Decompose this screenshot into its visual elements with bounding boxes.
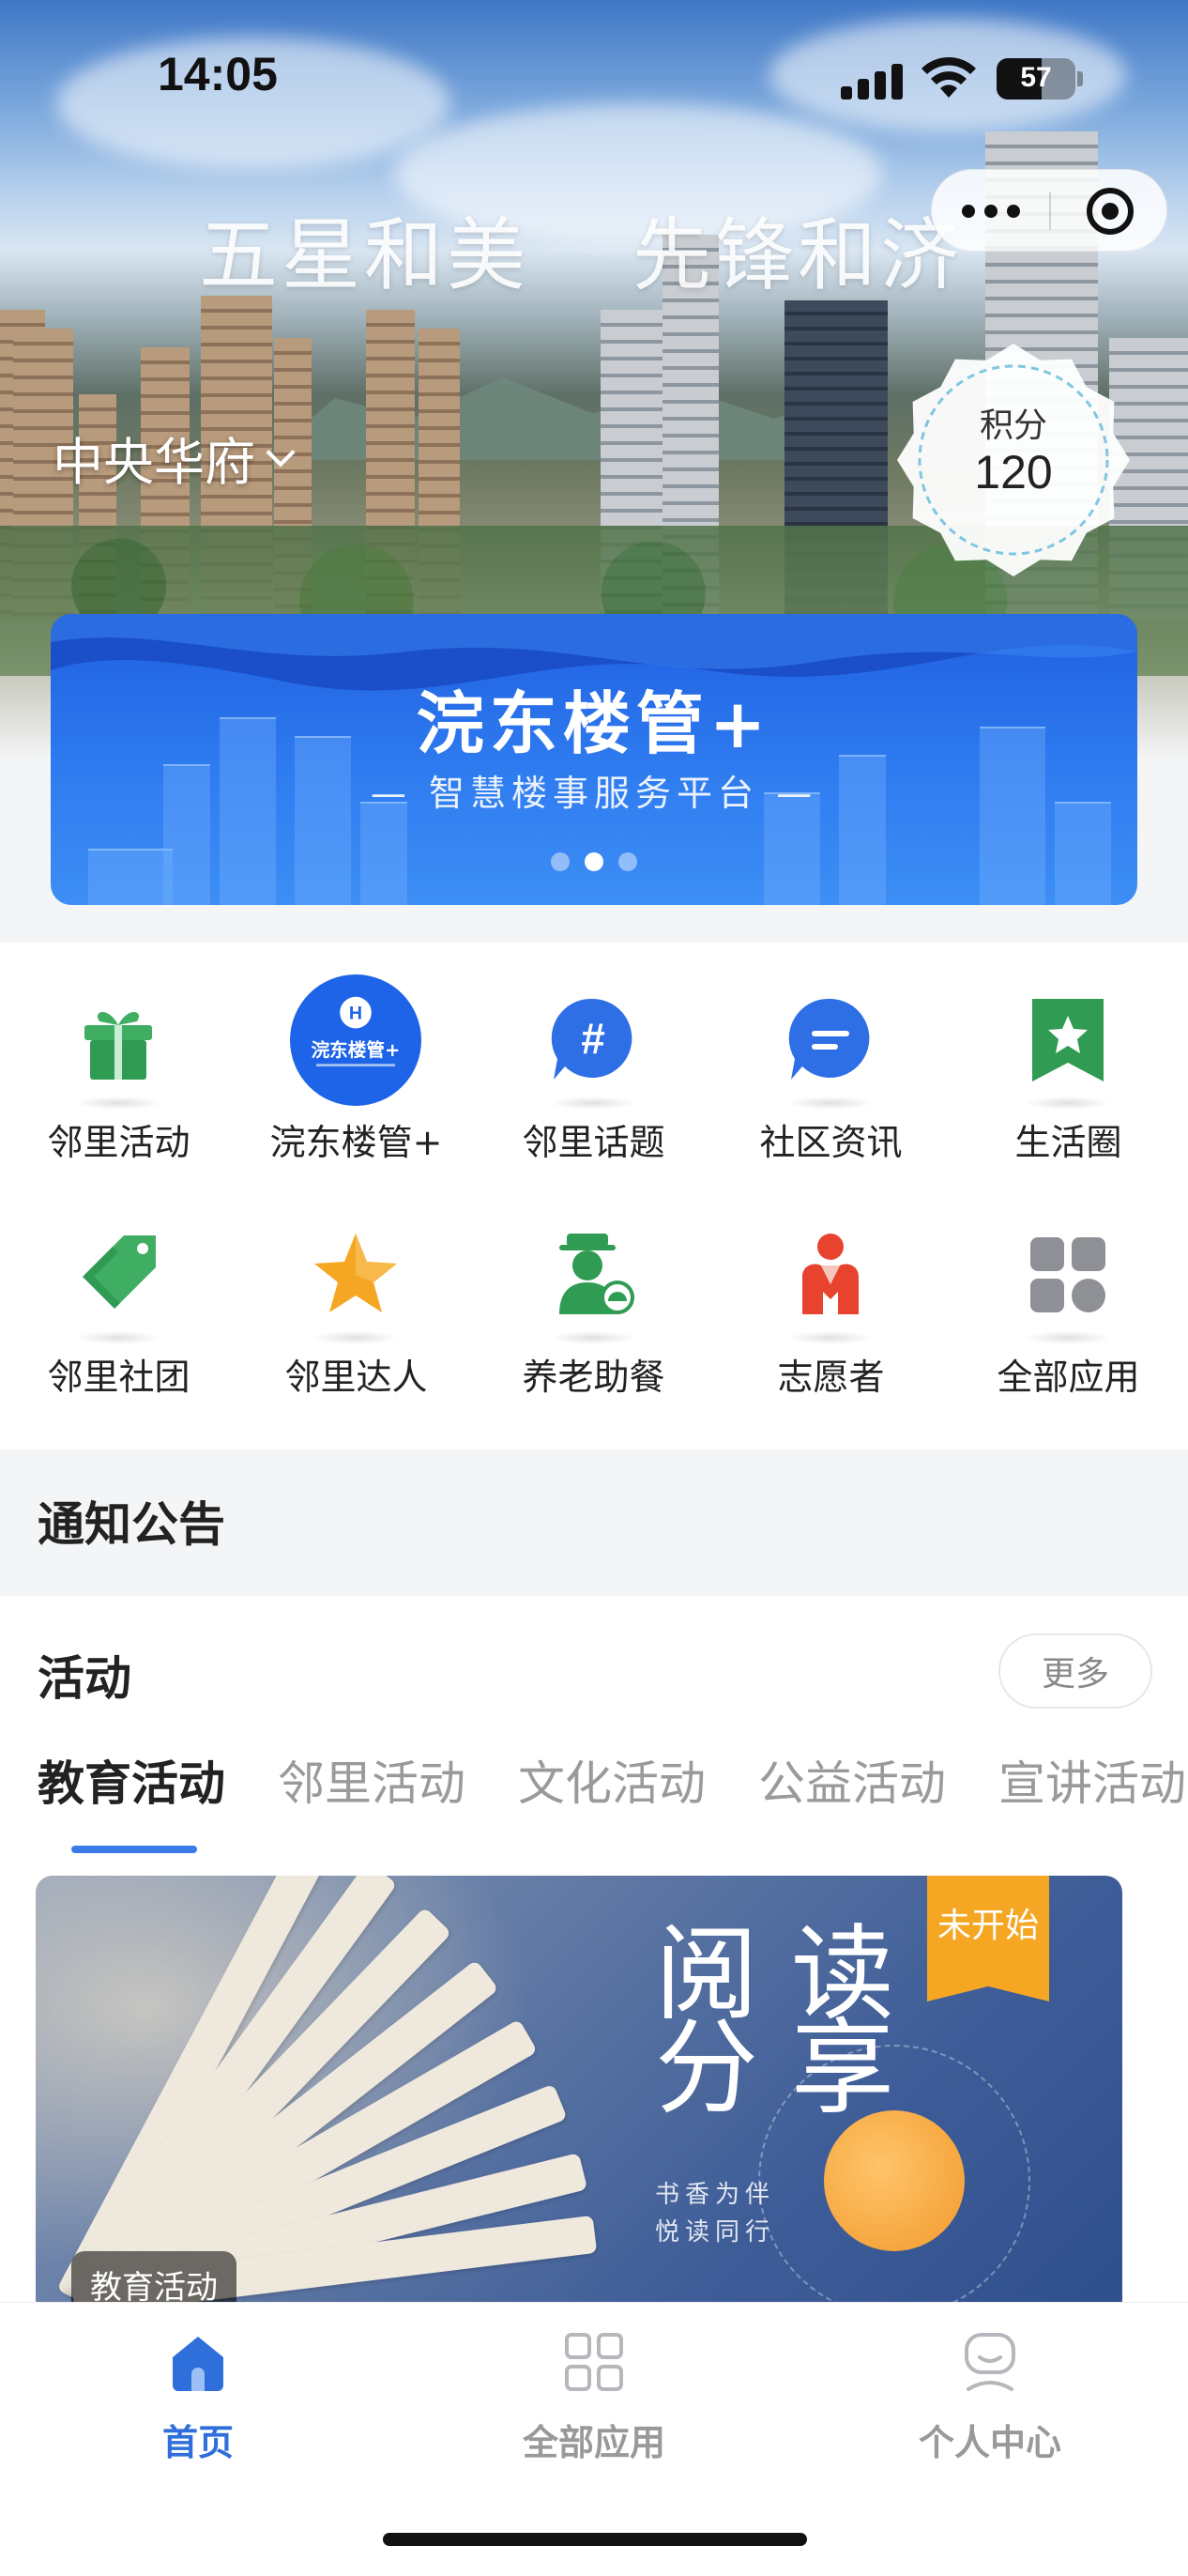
grid-item-label: 生活圈 [1014,1122,1122,1163]
promo-banner[interactable]: 浣东楼管+ — 智慧楼事服务平台 — [51,614,1137,905]
slogan-right: 先锋和济 [632,209,964,301]
battery-icon: 57 [997,58,1075,100]
star-bookmark-icon [1032,999,1104,1081]
service-grid: 邻里活动 H 浣东楼管+ 浣东楼管+ # 邻里话题 社区资讯 生活圈 邻里社团 … [0,943,1188,1449]
grid-item-all-apps[interactable]: 全部应用 [950,1211,1187,1418]
grid-item-label: 养老助餐 [522,1357,665,1398]
grid-item-neighborhood-topic[interactable]: # 邻里话题 [475,976,712,1183]
active-tab-indicator [71,1846,197,1853]
community-name: 中央华府 [53,433,255,492]
more-button[interactable]: 更多 [998,1633,1152,1709]
hashtag-bubble-icon: # [551,998,632,1080]
grid-item-label: 社区资讯 [759,1122,903,1163]
cellular-signal-icon [841,62,906,100]
tagline-line: 书香为伴 [655,2181,776,2209]
grid-item-label: 全部应用 [997,1357,1140,1398]
tab-culture[interactable]: 文化活动 [518,1746,706,1814]
close-miniprogram-button[interactable] [1051,170,1168,253]
notice-title: 通知公告 [38,1497,225,1552]
grid-item-volunteer[interactable]: 志愿者 [712,1211,950,1418]
grid-item-label: 邻里达人 [284,1357,428,1398]
chevron-down-icon [266,437,296,468]
svg-text:浣东楼管+: 浣东楼管+ [312,1039,401,1061]
grid-item-community-news[interactable]: 社区资讯 [712,976,950,1183]
battery-level: 57 [1020,62,1052,93]
card-headline-bottom: 分 享 [655,2008,894,2128]
grid-item-label: 志愿者 [777,1357,885,1398]
grid-item-neighborhood-activity[interactable]: 邻里活动 [0,976,237,1183]
tagline-line: 悦读同行 [655,2218,776,2246]
carousel-dot[interactable] [585,852,603,871]
apps-grid-icon [1030,1237,1105,1312]
apps-grid-icon [565,2333,623,2391]
dot-icon [961,205,975,218]
carousel-indicator [51,852,1137,871]
wifi-icon [921,56,976,98]
target-icon [1086,188,1134,235]
star-icon [314,1234,397,1312]
grid-item-label: 邻里社团 [47,1357,190,1398]
tab-neighborhood[interactable]: 邻里活动 [278,1746,465,1814]
status-time: 14:05 [158,48,278,100]
points-value: 120 [974,446,1053,498]
svg-text:H: H [349,1004,362,1024]
points-badge[interactable]: 积分 120 [893,340,1134,580]
logo-icon: H 浣东楼管+ [290,974,421,1106]
gift-icon [84,1012,152,1080]
activity-card[interactable]: 阅 读 分 享 书香为伴 悦读同行 未开始 教育活动 [36,1876,1122,2317]
volunteer-icon [802,1234,859,1314]
nav-profile[interactable]: 个人中心 [792,2331,1188,2481]
dot-icon [983,205,998,218]
hero-slogan: 五星和美 先锋和济 [199,192,963,306]
carousel-dot[interactable] [551,852,570,871]
grid-item-property-service[interactable]: H 浣东楼管+ 浣东楼管+ [237,974,475,1183]
nav-home[interactable]: 首页 [0,2331,396,2481]
status-bar: 14:05 57 [0,0,1188,160]
points-label: 积分 [979,406,1047,445]
nav-label: 全部应用 [522,2422,665,2463]
svg-text:#: # [581,1014,605,1063]
status-badge: 未开始 [927,1876,1049,2001]
grid-item-life-circle[interactable]: 生活圈 [950,976,1187,1183]
grid-item-label: 邻里活动 [47,1122,190,1163]
banner-subtitle: — 智慧楼事服务平台 — [370,773,818,814]
grid-item-neighborhood-expert[interactable]: 邻里达人 [237,1211,475,1418]
grid-item-neighborhood-club[interactable]: 邻里社团 [0,1211,237,1418]
activity-tabs: 教育活动 邻里活动 文化活动 公益活动 宣讲活动 [38,1746,1188,1831]
carousel-dot[interactable] [618,852,637,871]
tag-icon [83,1235,156,1309]
elder-meal-icon [559,1234,634,1314]
grid-item-elderly-meal[interactable]: 养老助餐 [475,1211,712,1418]
notice-section[interactable]: 通知公告 [0,1449,1188,1596]
nav-all-apps[interactable]: 全部应用 [396,2331,792,2481]
activity-section: 活动 更多 教育活动 邻里活动 文化活动 公益活动 宣讲活动 阅 读 分 享 书香为伴 … [0,1596,1188,2317]
dot-icon [1006,205,1020,218]
miniprogram-capsule [931,169,1167,252]
tab-lecture[interactable]: 宣讲活动 [998,1746,1186,1814]
community-selector[interactable]: 中央华府 [53,421,296,495]
home-icon [173,2337,223,2391]
banner-title: 浣东楼管+ [416,684,772,763]
nav-label: 首页 [161,2422,234,2463]
card-tagline: 书香为伴 悦读同行 [655,2176,775,2251]
home-indicator [383,2533,807,2546]
message-bubble-icon [788,998,870,1080]
more-options-button[interactable] [932,170,1049,253]
tab-education[interactable]: 教育活动 [38,1746,225,1814]
grid-item-label: 邻里话题 [522,1122,665,1163]
grid-item-label: 浣东楼管+ [269,1122,443,1163]
slogan-left: 五星和美 [199,209,530,301]
nav-label: 个人中心 [918,2422,1061,2463]
tab-charity[interactable]: 公益活动 [758,1746,946,1814]
user-icon [965,2333,1015,2391]
activity-title: 活动 [38,1651,131,1706]
